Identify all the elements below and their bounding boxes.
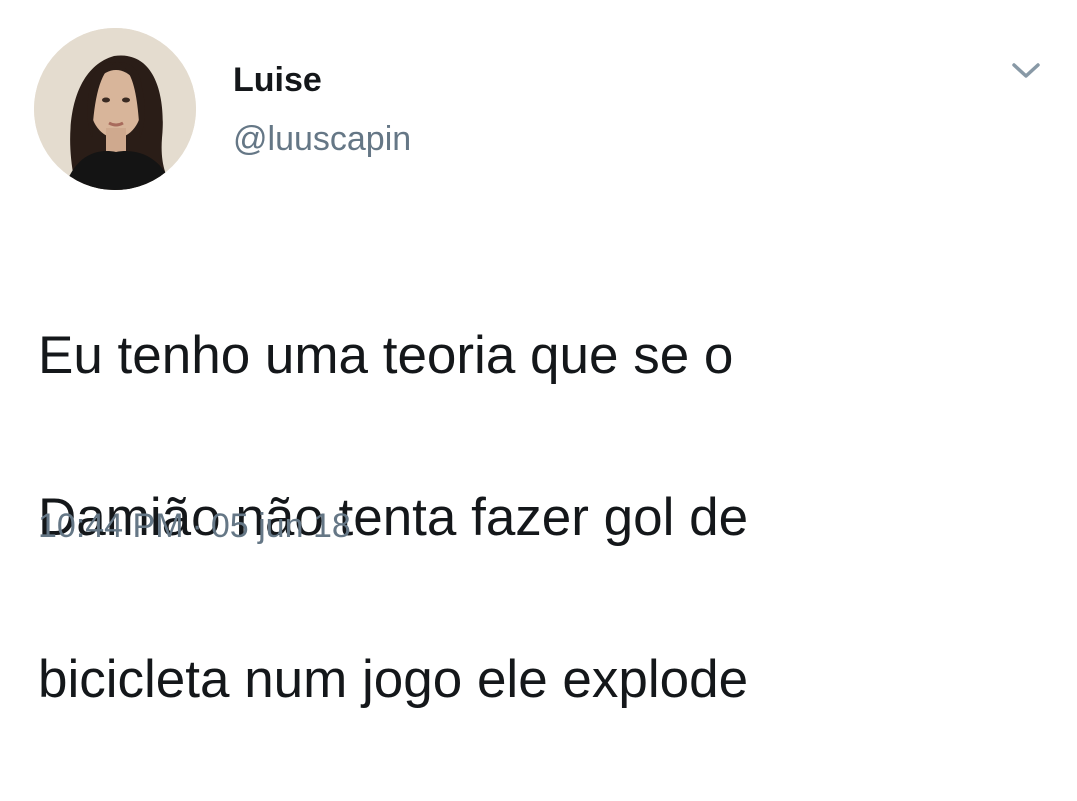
tweet-card: Luise @luuscapin Eu tenho uma teoria que…	[0, 0, 1077, 709]
tweet-time: 10:44 PM	[38, 507, 184, 545]
chevron-down-icon[interactable]	[1008, 56, 1044, 84]
profile-photo-icon	[34, 28, 196, 190]
display-name[interactable]: Luise	[233, 58, 322, 102]
user-handle[interactable]: @luuscapin	[233, 117, 411, 161]
tweet-timestamp[interactable]: 10:44 PM · 05 jun 18	[38, 504, 351, 548]
tweet-date: 05 jun 18	[210, 507, 351, 545]
tweet-text-line: bicicleta num jogo ele explode	[38, 650, 749, 709]
tweet-text-line: Eu tenho uma teoria que se o	[38, 326, 734, 385]
separator: ·	[191, 507, 203, 545]
avatar[interactable]	[34, 28, 196, 190]
